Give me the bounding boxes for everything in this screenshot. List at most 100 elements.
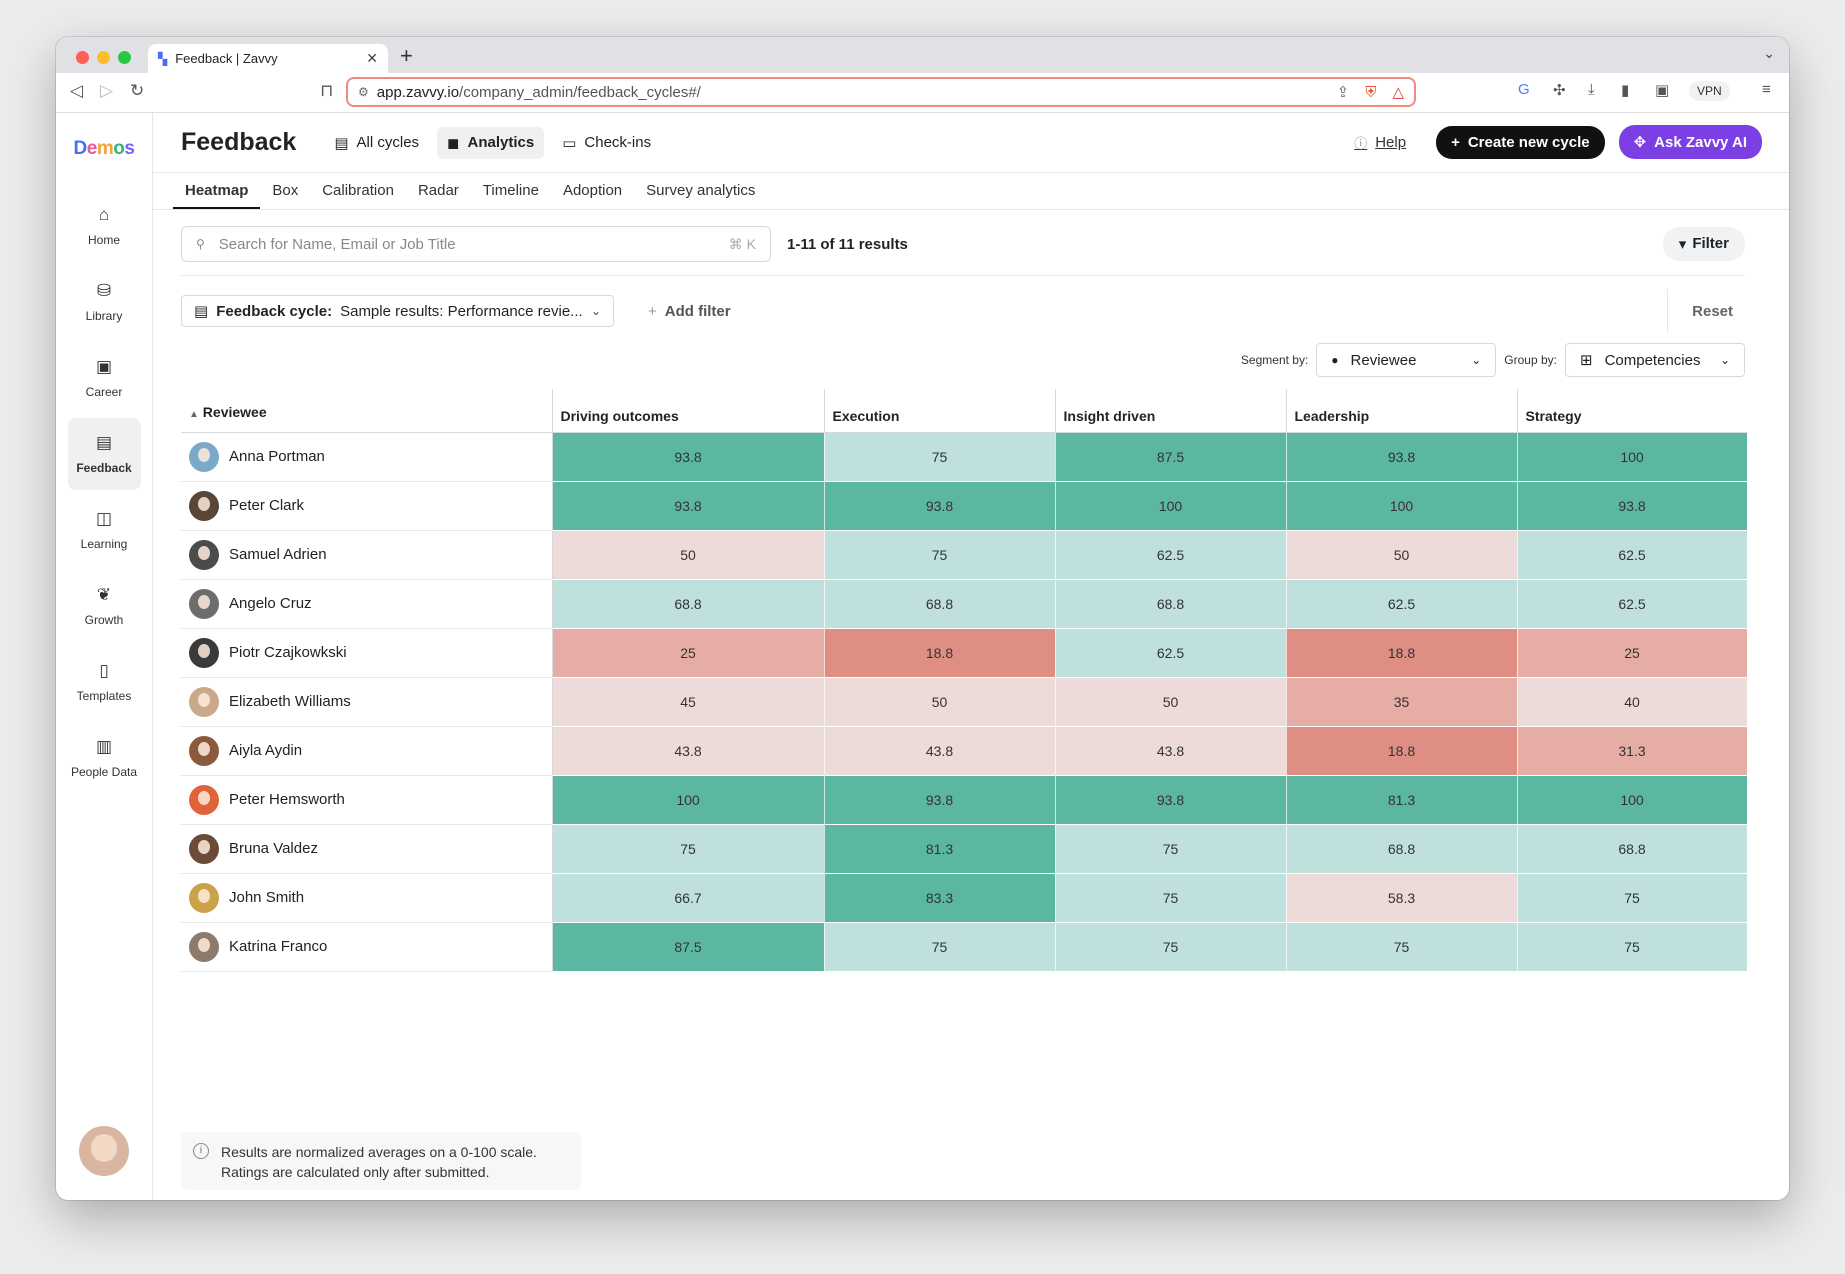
reset-button[interactable]: Reset	[1667, 289, 1745, 333]
heatmap-cell[interactable]: 68.8	[1286, 824, 1518, 873]
heatmap-cell[interactable]: 75	[824, 922, 1056, 971]
reviewee-cell[interactable]: Bruna Valdez	[181, 824, 553, 874]
heatmap-cell[interactable]: 93.8	[552, 481, 825, 530]
column-header[interactable]: Leadership	[1285, 389, 1517, 433]
heatmap-cell[interactable]: 25	[552, 628, 825, 677]
sidebar-item-learning[interactable]: ◫ Learning	[68, 494, 141, 566]
nav-check-ins[interactable]: ▭ Check-ins	[552, 127, 661, 159]
search-input[interactable]: ⚲ Search for Name, Email or Job Title ⌘ …	[181, 226, 771, 262]
reviewee-cell[interactable]: Piotr Czajkowkski	[181, 628, 553, 678]
heatmap-cell[interactable]: 62.5	[1517, 579, 1748, 628]
heatmap-cell[interactable]: 66.7	[552, 873, 825, 922]
column-header[interactable]: Strategy	[1516, 389, 1747, 433]
heatmap-cell[interactable]: 93.8	[1286, 432, 1518, 481]
tab-box[interactable]: Box	[260, 173, 310, 209]
sidebar-item-templates[interactable]: ▯ Templates	[68, 646, 141, 718]
bookmark-icon[interactable]: ⊓	[320, 81, 333, 101]
sidebar-item-growth[interactable]: ❦ Growth	[68, 570, 141, 642]
close-window-button[interactable]	[76, 51, 89, 64]
heatmap-cell[interactable]: 75	[552, 824, 825, 873]
forward-icon[interactable]: ▷	[100, 81, 113, 101]
tab-timeline[interactable]: Timeline	[471, 173, 551, 209]
heatmap-cell[interactable]: 50	[1055, 677, 1287, 726]
heatmap-cell[interactable]: 93.8	[824, 775, 1056, 824]
heatmap-cell[interactable]: 93.8	[552, 432, 825, 481]
ask-zavvy-ai-button[interactable]: ✥ Ask Zavvy AI	[1618, 125, 1762, 159]
heatmap-cell[interactable]: 62.5	[1517, 530, 1748, 579]
heatmap-cell[interactable]: 75	[1517, 922, 1748, 971]
heatmap-cell[interactable]: 93.8	[1517, 481, 1748, 530]
reload-icon[interactable]: ↻	[130, 81, 144, 101]
heatmap-cell[interactable]: 100	[1517, 432, 1748, 481]
reviewee-cell[interactable]: Angelo Cruz	[181, 579, 553, 629]
sidebar-item-home[interactable]: ⌂ Home	[68, 190, 141, 262]
heatmap-cell[interactable]: 75	[824, 530, 1056, 579]
browser-tab[interactable]: ▚ Feedback | Zavvy ✕	[148, 44, 388, 73]
download-icon[interactable]: ⤓	[1588, 81, 1595, 98]
sidebar-item-library[interactable]: ⛁ Library	[68, 266, 141, 338]
minimize-window-button[interactable]	[97, 51, 110, 64]
heatmap-cell[interactable]: 75	[824, 432, 1056, 481]
new-tab-button[interactable]: +	[400, 43, 413, 69]
feedback-cycle-select[interactable]: ▤ Feedback cycle: Sample results: Perfor…	[181, 295, 614, 327]
filter-button[interactable]: ▾ Filter	[1662, 227, 1745, 261]
reviewee-cell[interactable]: Samuel Adrien	[181, 530, 553, 580]
heatmap-cell[interactable]: 68.8	[824, 579, 1056, 628]
vpn-button[interactable]: VPN	[1689, 81, 1730, 101]
brave-rewards-icon[interactable]: △	[1392, 83, 1404, 101]
heatmap-cell[interactable]: 100	[1286, 481, 1518, 530]
column-header[interactable]: Insight driven	[1054, 389, 1286, 433]
heatmap-cell[interactable]: 50	[824, 677, 1056, 726]
close-tab-icon[interactable]: ✕	[366, 50, 378, 67]
zoom-window-button[interactable]	[118, 51, 131, 64]
tab-adoption[interactable]: Adoption	[551, 173, 634, 209]
logo[interactable]: Demos	[56, 138, 152, 160]
heatmap-cell[interactable]: 87.5	[1055, 432, 1287, 481]
heatmap-cell[interactable]: 18.8	[1286, 628, 1518, 677]
heatmap-cell[interactable]: 50	[1286, 530, 1518, 579]
heatmap-cell[interactable]: 100	[1055, 481, 1287, 530]
reviewee-cell[interactable]: Anna Portman	[181, 432, 553, 482]
heatmap-cell[interactable]: 45	[552, 677, 825, 726]
heatmap-cell[interactable]: 68.8	[1055, 579, 1287, 628]
menu-icon[interactable]: ≡	[1762, 81, 1771, 98]
reviewee-cell[interactable]: Elizabeth Williams	[181, 677, 553, 727]
heatmap-cell[interactable]: 100	[1517, 775, 1748, 824]
heatmap-cell[interactable]: 68.8	[1517, 824, 1748, 873]
create-new-cycle-button[interactable]: + Create new cycle	[1436, 125, 1605, 159]
site-settings-icon[interactable]: ⚙	[358, 85, 369, 99]
heatmap-cell[interactable]: 43.8	[552, 726, 825, 775]
group-select[interactable]: ⊞ Competencies ⌄	[1565, 343, 1745, 377]
segment-select[interactable]: ● Reviewee ⌄	[1316, 343, 1497, 377]
sidebar-item-career[interactable]: ▣ Career	[68, 342, 141, 414]
extensions-icon[interactable]: ✣	[1553, 81, 1566, 99]
tab-heatmap[interactable]: Heatmap	[173, 173, 261, 209]
heatmap-cell[interactable]: 75	[1055, 922, 1287, 971]
back-icon[interactable]: ◁	[70, 81, 83, 101]
tab-calibration[interactable]: Calibration	[310, 173, 406, 209]
column-header[interactable]: Execution	[823, 389, 1055, 433]
reviewee-cell[interactable]: John Smith	[181, 873, 553, 923]
heatmap-cell[interactable]: 100	[552, 775, 825, 824]
tab-radar[interactable]: Radar	[406, 173, 471, 209]
heatmap-cell[interactable]: 83.3	[824, 873, 1056, 922]
help-link[interactable]: ⓘ Help	[1354, 133, 1406, 152]
reviewee-cell[interactable]: Aiyla Aydin	[181, 726, 553, 776]
heatmap-cell[interactable]: 68.8	[552, 579, 825, 628]
user-avatar[interactable]	[79, 1126, 129, 1176]
heatmap-cell[interactable]: 87.5	[552, 922, 825, 971]
heatmap-cell[interactable]: 75	[1286, 922, 1518, 971]
heatmap-cell[interactable]: 43.8	[1055, 726, 1287, 775]
sidebar-item-feedback[interactable]: ▤ Feedback	[67, 418, 141, 490]
heatmap-cell[interactable]: 75	[1517, 873, 1748, 922]
translate-icon[interactable]: G	[1518, 81, 1530, 98]
share-icon[interactable]: ⇪	[1337, 83, 1350, 101]
heatmap-cell[interactable]: 75	[1055, 824, 1287, 873]
add-filter-button[interactable]: + Add filter	[648, 303, 731, 320]
heatmap-cell[interactable]: 75	[1055, 873, 1287, 922]
heatmap-cell[interactable]: 62.5	[1055, 530, 1287, 579]
heatmap-cell[interactable]: 50	[552, 530, 825, 579]
heatmap-cell[interactable]: 81.3	[1286, 775, 1518, 824]
brave-shield-icon[interactable]: ⛨	[1365, 84, 1376, 101]
reviewee-cell[interactable]: Peter Hemsworth	[181, 775, 553, 825]
